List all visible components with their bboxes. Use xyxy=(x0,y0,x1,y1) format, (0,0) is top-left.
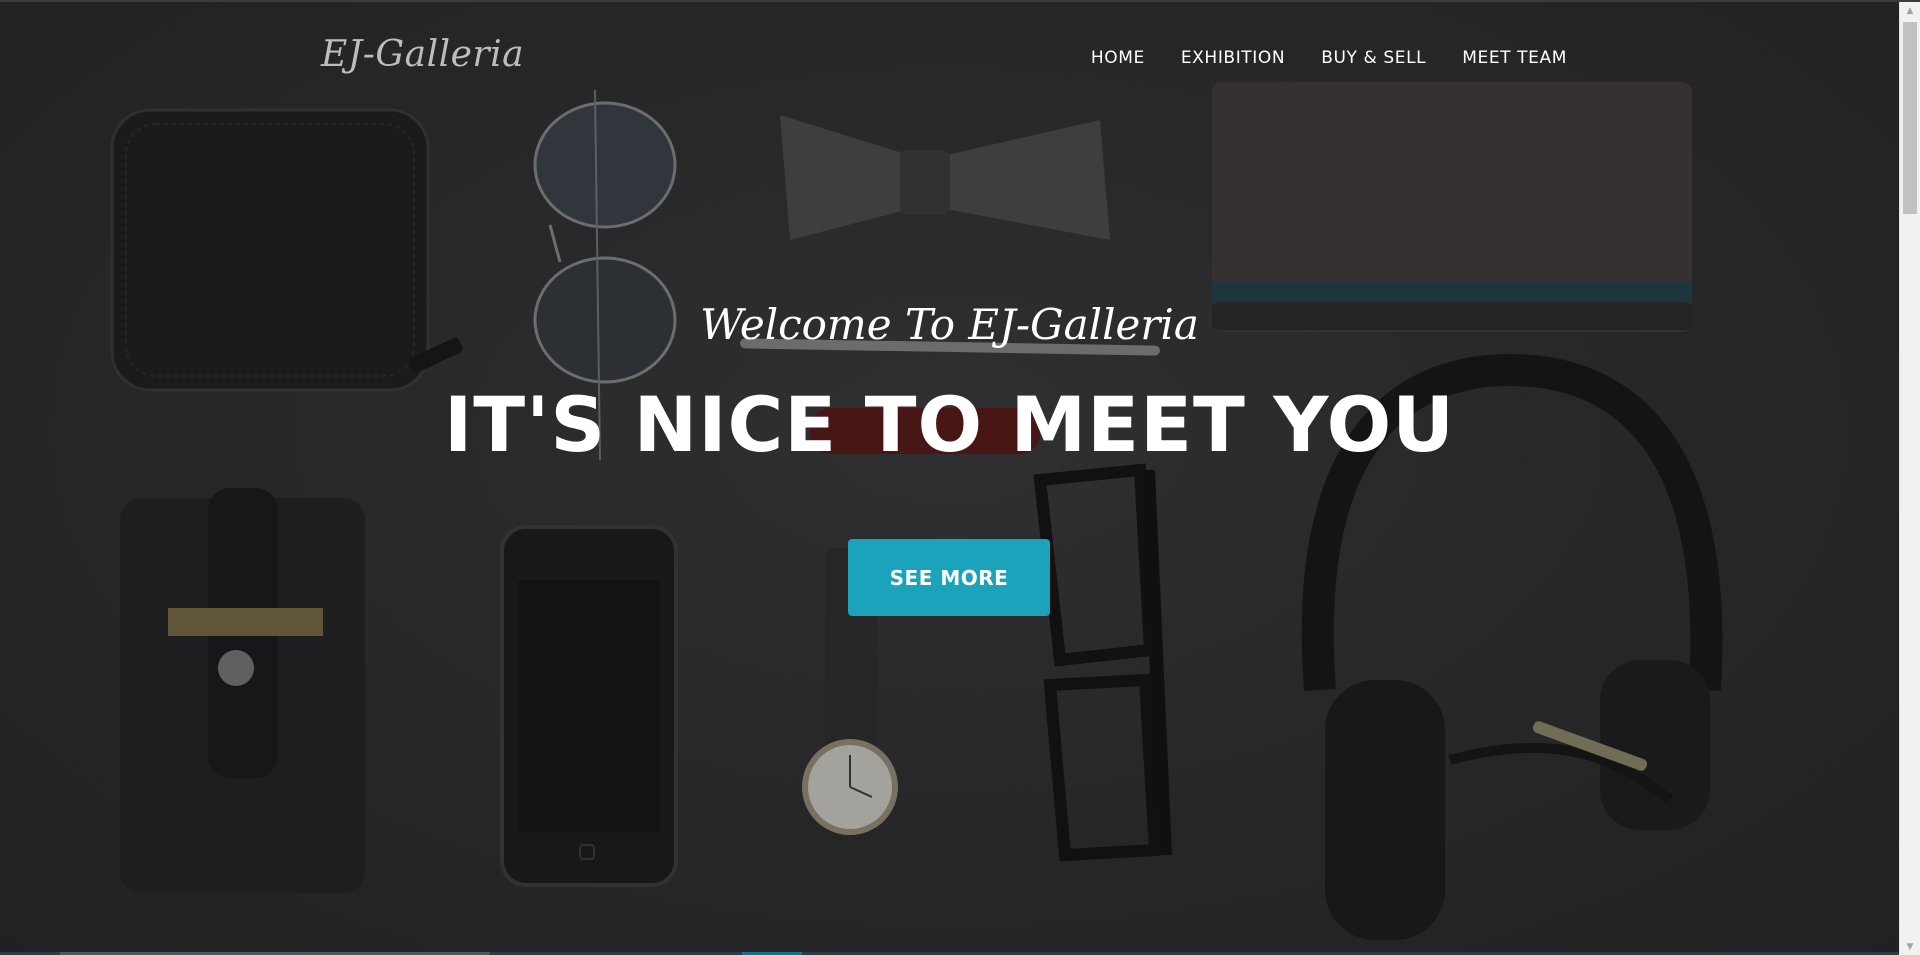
page: EJ-Galleria HOME EXHIBITION BUY & SELL M… xyxy=(0,0,1920,955)
hero-section: EJ-Galleria HOME EXHIBITION BUY & SELL M… xyxy=(0,0,1899,955)
intro-lead-text: Welcome To EJ-Galleria xyxy=(700,300,1199,349)
navbar: EJ-Galleria HOME EXHIBITION BUY & SELL M… xyxy=(0,0,1899,110)
see-more-button[interactable]: SEE MORE xyxy=(848,539,1050,616)
nav-links: HOME EXHIBITION BUY & SELL MEET TEAM xyxy=(1073,44,1567,72)
intro-heading: IT'S NICE TO MEET YOU xyxy=(444,380,1455,469)
scroll-down-arrow-icon[interactable]: ▼ xyxy=(1900,938,1920,955)
vertical-scrollbar[interactable]: ▲ ▼ xyxy=(1899,2,1920,955)
nav-link-buy-sell[interactable]: BUY & SELL xyxy=(1303,44,1444,72)
brand-logo[interactable]: EJ-Galleria xyxy=(321,34,524,75)
window-top-border xyxy=(0,0,1920,2)
nav-link-meet-team[interactable]: MEET TEAM xyxy=(1444,44,1567,72)
scrollbar-thumb[interactable] xyxy=(1903,22,1917,214)
hero-overlay xyxy=(0,0,1899,955)
nav-link-exhibition[interactable]: EXHIBITION xyxy=(1163,44,1303,72)
scroll-up-arrow-icon[interactable]: ▲ xyxy=(1900,2,1920,19)
nav-link-home[interactable]: HOME xyxy=(1073,44,1163,72)
